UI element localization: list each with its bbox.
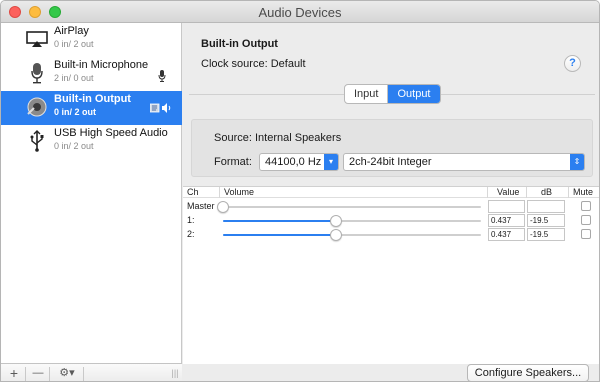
db-field[interactable]: -19.5 <box>527 228 565 241</box>
column-divider <box>526 187 527 198</box>
clock-source-value[interactable]: Default <box>271 58 306 70</box>
chevron-updown-icon: ⇕ <box>570 154 584 170</box>
tab-output[interactable]: Output <box>388 85 440 103</box>
volume-knob[interactable] <box>329 215 342 227</box>
db-field[interactable]: -19.5 <box>527 214 565 227</box>
volume-slider[interactable] <box>223 215 481 227</box>
col-value: Value <box>497 187 520 197</box>
volume-table: Ch Volume Value dB Mute Master 1: 0.437 … <box>183 186 599 364</box>
default-output-icon <box>149 103 172 116</box>
value-field[interactable]: 0.437 <box>488 214 525 227</box>
column-divider <box>219 187 220 198</box>
table-row: 2: 0.437 -19.5 <box>183 228 599 242</box>
table-header: Ch Volume Value dB Mute <box>183 187 599 198</box>
usb-icon <box>26 130 48 152</box>
channel-label: 2: <box>187 229 195 239</box>
device-item-airplay[interactable]: AirPlay 0 in/ 2 out <box>1 23 182 57</box>
window-title: Audio Devices <box>258 5 342 20</box>
col-db: dB <box>541 187 553 197</box>
remove-device-button[interactable]: — <box>31 366 45 381</box>
volume-fill <box>223 220 336 222</box>
clock-source: Clock source: Default <box>201 58 306 70</box>
format-panel: Source: Internal Speakers Format: 44100,… <box>191 119 593 177</box>
format-label: Format: <box>214 156 252 168</box>
configure-speakers-button[interactable]: Configure Speakers... <box>467 364 589 381</box>
mute-checkbox[interactable] <box>581 215 591 225</box>
value-field[interactable] <box>488 200 525 213</box>
device-channels: 0 in/ 2 out <box>54 107 97 117</box>
tab-input[interactable]: Input <box>345 85 389 103</box>
volume-knob[interactable] <box>329 229 342 241</box>
chevron-down-icon: ▾ <box>324 154 338 170</box>
audio-devices-window: Audio Devices AirPlay 0 in/ 2 out Built-… <box>0 0 600 382</box>
col-mute: Mute <box>573 187 594 197</box>
help-button[interactable]: ? <box>564 55 581 72</box>
channel-label: 1: <box>187 215 195 225</box>
volume-fill <box>223 234 336 236</box>
gear-menu-button[interactable]: ⚙▾ <box>55 366 79 381</box>
device-item-built-in-output[interactable]: Built-in Output 0 in/ 2 out <box>1 91 182 125</box>
microphone-icon <box>26 62 48 84</box>
device-list: AirPlay 0 in/ 2 out Built-in Microphone … <box>1 23 182 381</box>
input-output-tabs: Input Output <box>344 84 441 104</box>
sample-rate-popup[interactable]: 44100,0 Hz ▾ <box>259 153 339 171</box>
mute-checkbox[interactable] <box>581 201 591 211</box>
source-value: Internal Speakers <box>254 132 342 144</box>
sidebar-toolbar: + — ⚙▾ ||| <box>1 363 182 381</box>
airplay-icon <box>26 28 48 50</box>
device-channels: 0 in/ 2 out <box>54 39 94 49</box>
title-bar[interactable]: Audio Devices <box>1 1 599 23</box>
value-field[interactable]: 0.437 <box>488 228 525 241</box>
toolbar-divider <box>83 367 84 381</box>
col-ch: Ch <box>187 187 199 197</box>
sample-rate-value: 44100,0 Hz <box>265 156 322 168</box>
speaker-icon <box>26 96 48 118</box>
add-device-button[interactable]: + <box>7 366 21 381</box>
volume-slider[interactable] <box>217 201 481 213</box>
resize-handle-icon[interactable]: ||| <box>171 366 179 381</box>
mute-checkbox[interactable] <box>581 229 591 239</box>
device-name: USB High Speed Audio <box>54 127 168 139</box>
column-divider <box>487 187 488 198</box>
device-item-built-in-microphone[interactable]: Built-in Microphone 2 in/ 0 out <box>1 57 182 91</box>
source-label: Source: <box>214 132 252 144</box>
device-item-usb-high-speed-audio[interactable]: USB High Speed Audio 0 in/ 2 out <box>1 125 182 159</box>
table-row: 1: 0.437 -19.5 <box>183 214 599 228</box>
toolbar-divider <box>49 367 50 381</box>
device-name: Built-in Microphone <box>54 59 149 71</box>
device-name: AirPlay <box>54 25 89 37</box>
col-volume: Volume <box>224 187 255 197</box>
volume-slider[interactable] <box>223 229 481 241</box>
source-line: Source: Internal Speakers <box>214 132 341 144</box>
table-row: Master <box>183 200 599 214</box>
device-channels: 2 in/ 0 out <box>54 73 94 83</box>
device-title: Built-in Output <box>201 38 278 50</box>
device-detail-pane: Built-in Output Clock source: Default ? … <box>183 23 599 381</box>
bit-format-value: 2ch-24bit Integer <box>349 156 432 168</box>
device-name: Built-in Output <box>54 93 131 105</box>
clock-source-label: Clock source: <box>201 58 268 70</box>
column-divider <box>568 187 569 198</box>
bottom-bar: Configure Speakers... <box>183 364 599 381</box>
channel-label: Master <box>187 201 215 211</box>
bit-format-popup[interactable]: 2ch-24bit Integer ⇕ <box>343 153 585 171</box>
db-field[interactable] <box>527 200 565 213</box>
device-channels: 0 in/ 2 out <box>54 141 94 151</box>
volume-knob[interactable] <box>217 201 229 213</box>
toolbar-divider <box>25 367 26 381</box>
default-input-icon <box>158 70 166 85</box>
